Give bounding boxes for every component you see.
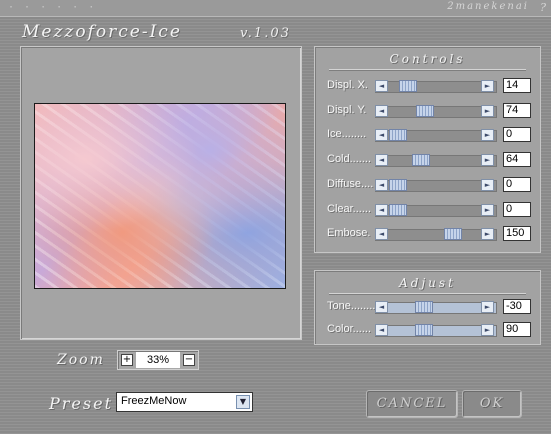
control-value-field[interactable]: 0 (503, 127, 531, 143)
zoom-out-button[interactable]: − (183, 354, 195, 366)
window-dots: · · · · · · (8, 2, 97, 13)
control-row: Clear...... ◄ ► 0 (315, 201, 540, 219)
right-arrow-icon[interactable]: ► (481, 178, 494, 191)
control-label: Diffuse.... (327, 177, 374, 190)
right-arrow-icon[interactable]: ► (481, 80, 494, 92)
adjust-label: Tone........ (327, 300, 376, 312)
control-slider-thumb[interactable] (389, 129, 407, 142)
controls-divider (329, 69, 526, 71)
left-arrow-icon[interactable]: ◄ (375, 203, 388, 216)
zoom-in-button[interactable]: + (121, 354, 133, 366)
help-icon[interactable]: ? (540, 1, 546, 14)
adjust-value-field[interactable]: -30 (503, 299, 531, 314)
right-arrow-icon[interactable]: ► (481, 228, 494, 241)
control-value-field[interactable]: 0 (503, 201, 531, 217)
right-arrow-icon[interactable]: ► (481, 104, 494, 117)
right-arrow-icon[interactable]: ► (481, 203, 494, 216)
preset-select[interactable]: FreezMeNow ▼ (116, 392, 253, 412)
control-slider-thumb[interactable] (444, 228, 462, 241)
control-slider-thumb[interactable] (399, 80, 417, 92)
control-value-field[interactable]: 64 (503, 152, 531, 168)
left-arrow-icon[interactable]: ◄ (375, 178, 388, 191)
control-value-field[interactable]: 0 (503, 176, 531, 192)
adjust-divider (329, 293, 526, 295)
control-label: Clear...... (327, 202, 372, 215)
right-arrow-icon[interactable]: ► (481, 154, 494, 167)
control-slider-track[interactable] (375, 81, 497, 93)
left-arrow-icon[interactable]: ◄ (375, 301, 388, 313)
control-label: Cold....... (327, 153, 372, 166)
left-arrow-icon[interactable]: ◄ (375, 154, 388, 167)
adjust-label: Color...... (327, 323, 372, 335)
control-row: Embose. ◄ ► 150 (315, 225, 540, 243)
adjust-row: Tone........ ◄ ► -30 (315, 298, 540, 316)
control-label: Displ. Y. (327, 103, 367, 116)
control-row: Displ. X. ◄ ► 14 (315, 77, 540, 95)
right-arrow-icon[interactable]: ► (481, 129, 494, 142)
control-slider-thumb[interactable] (412, 154, 430, 167)
adjust-panel: Adjust Tone........ ◄ ► -30 Color...... ◄ ► 90 (314, 270, 541, 345)
control-label: Ice........ (327, 128, 367, 141)
cancel-button[interactable]: CANCEL (366, 390, 458, 418)
control-label: Displ. X. (327, 79, 368, 91)
adjust-slider-thumb[interactable] (415, 301, 433, 313)
zoom-label: Zoom (57, 352, 105, 368)
adjust-slider-track[interactable] (375, 325, 497, 337)
control-row: Cold....... ◄ ► 64 (315, 151, 540, 169)
ok-button[interactable]: OK (462, 390, 522, 418)
zoom-control: + 33% − (117, 350, 199, 370)
control-value-field[interactable]: 150 (503, 226, 531, 242)
adjust-title: Adjust (399, 276, 456, 290)
control-value-field[interactable]: 14 (503, 78, 531, 93)
control-value-field[interactable]: 74 (503, 102, 531, 118)
control-slider-thumb[interactable] (389, 203, 407, 216)
chevron-down-icon[interactable]: ▼ (236, 395, 250, 409)
preset-label: Preset (49, 394, 113, 413)
maker-label: 2manekenai (447, 1, 529, 12)
left-arrow-icon[interactable]: ◄ (375, 324, 388, 336)
left-arrow-icon[interactable]: ◄ (375, 129, 388, 142)
preview-image[interactable] (34, 103, 286, 289)
control-slider-thumb[interactable] (416, 104, 434, 117)
app-title: Mezzoforce-Ice (22, 22, 182, 42)
adjust-row: Color...... ◄ ► 90 (315, 321, 540, 339)
controls-title: Controls (389, 52, 466, 66)
adjust-value-field[interactable]: 90 (503, 322, 531, 337)
preset-value: FreezMeNow (121, 395, 187, 407)
right-arrow-icon[interactable]: ► (481, 324, 494, 336)
control-slider-thumb[interactable] (389, 178, 407, 191)
control-row: Ice........ ◄ ► 0 (315, 126, 540, 144)
left-arrow-icon[interactable]: ◄ (375, 228, 388, 241)
control-row: Displ. Y. ◄ ► 74 (315, 102, 540, 120)
adjust-slider-thumb[interactable] (415, 324, 433, 336)
control-label: Embose. (327, 227, 371, 240)
left-arrow-icon[interactable]: ◄ (375, 104, 388, 117)
control-slider-track[interactable] (375, 155, 497, 168)
zoom-value: 33% (136, 352, 180, 368)
controls-panel: Controls Displ. X. ◄ ► 14 Displ. Y. ◄ ► 74 Ice..… (314, 46, 541, 253)
adjust-slider-track[interactable] (375, 302, 497, 314)
control-slider-track[interactable] (375, 229, 497, 242)
left-arrow-icon[interactable]: ◄ (375, 80, 388, 92)
app-version: v.1.03 (240, 26, 291, 41)
control-row: Diffuse.... ◄ ► 0 (315, 176, 540, 194)
right-arrow-icon[interactable]: ► (481, 301, 494, 313)
control-slider-track[interactable] (375, 105, 497, 118)
